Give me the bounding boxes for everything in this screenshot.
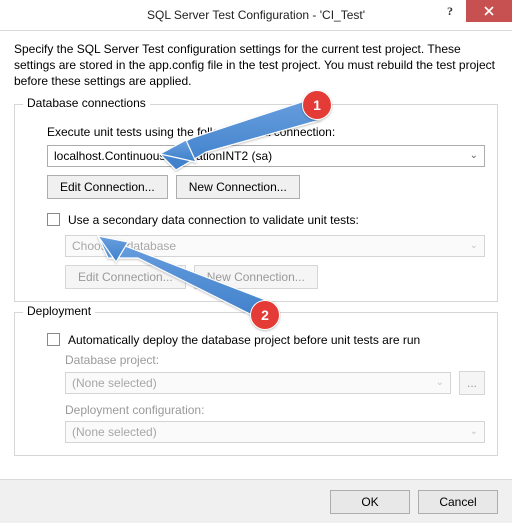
titlebar-buttons: ? bbox=[434, 0, 512, 26]
close-icon bbox=[483, 5, 495, 17]
chevron-down-icon: ⌄ bbox=[470, 150, 478, 161]
primary-connection-value: localhost.ContinuousIntegrationINT2 (sa) bbox=[54, 149, 272, 163]
deployment-group: Deployment Automatically deploy the data… bbox=[14, 312, 498, 456]
secondary-connection-combo: Choose a database ⌄ bbox=[65, 235, 485, 257]
browse-project-button: ... bbox=[459, 371, 485, 395]
edit-connection-button[interactable]: Edit Connection... bbox=[47, 175, 168, 199]
intro-text: Specify the SQL Server Test configuratio… bbox=[14, 41, 498, 90]
dialog-body: Specify the SQL Server Test configuratio… bbox=[0, 31, 512, 479]
primary-connection-combo[interactable]: localhost.ContinuousIntegrationINT2 (sa)… bbox=[47, 145, 485, 167]
auto-deploy-label: Automatically deploy the database projec… bbox=[68, 333, 420, 347]
database-project-combo: (None selected) ⌄ bbox=[65, 372, 451, 394]
help-icon: ? bbox=[447, 4, 453, 19]
dialog-footer: OK Cancel bbox=[0, 479, 512, 523]
database-project-label: Database project: bbox=[65, 353, 485, 367]
secondary-connection-label: Use a secondary data connection to valid… bbox=[68, 213, 359, 227]
close-button[interactable] bbox=[466, 0, 512, 22]
chevron-down-icon: ⌄ bbox=[436, 377, 444, 388]
title-bar: SQL Server Test Configuration - 'CI_Test… bbox=[0, 0, 512, 31]
chevron-down-icon: ⌄ bbox=[470, 240, 478, 251]
database-project-value: (None selected) bbox=[72, 376, 157, 390]
deployment-content: Automatically deploy the database projec… bbox=[27, 333, 485, 443]
edit-connection-button-secondary: Edit Connection... bbox=[65, 265, 186, 289]
secondary-connection-placeholder: Choose a database bbox=[72, 239, 176, 253]
deployment-config-label: Deployment configuration: bbox=[65, 403, 485, 417]
auto-deploy-checkbox[interactable] bbox=[47, 333, 60, 346]
database-connections-label: Database connections bbox=[23, 96, 150, 110]
deployment-config-value: (None selected) bbox=[72, 425, 157, 439]
cancel-button[interactable]: Cancel bbox=[418, 490, 498, 514]
deployment-label: Deployment bbox=[23, 304, 95, 318]
chevron-down-icon: ⌄ bbox=[470, 426, 478, 437]
deployment-config-combo: (None selected) ⌄ bbox=[65, 421, 485, 443]
dialog-window: SQL Server Test Configuration - 'CI_Test… bbox=[0, 0, 512, 523]
ok-button[interactable]: OK bbox=[330, 490, 410, 514]
secondary-connection-checkbox[interactable] bbox=[47, 213, 60, 226]
new-connection-button[interactable]: New Connection... bbox=[176, 175, 300, 199]
execute-unit-tests-label: Execute unit tests using the following d… bbox=[47, 125, 485, 139]
db-conn-content: Execute unit tests using the following d… bbox=[27, 125, 485, 289]
new-connection-button-secondary: New Connection... bbox=[194, 265, 318, 289]
database-connections-group: Database connections Execute unit tests … bbox=[14, 104, 498, 302]
help-button[interactable]: ? bbox=[434, 0, 466, 22]
